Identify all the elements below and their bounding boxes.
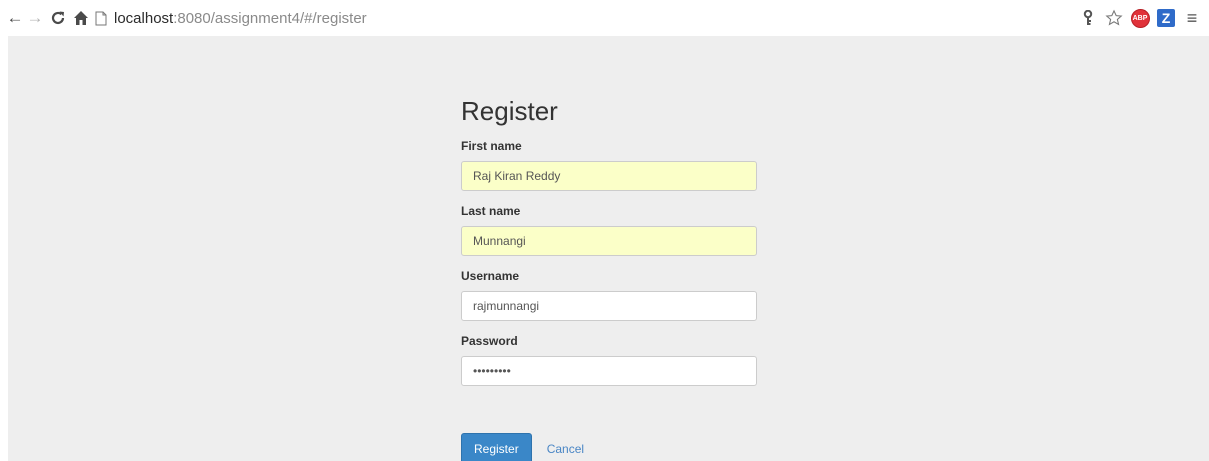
browser-toolbar: ← → localhost:8080/assignment4/#/registe… <box>0 0 1209 36</box>
username-input[interactable]: rajmunnangi <box>461 291 757 321</box>
first-name-label: First name <box>461 139 522 153</box>
register-form: Register First name Raj Kiran Reddy Last… <box>461 96 757 461</box>
zotero-icon[interactable]: Z <box>1155 7 1177 29</box>
forward-arrow-icon[interactable]: → <box>25 8 45 28</box>
register-button[interactable]: Register <box>461 433 532 461</box>
password-group: Password ••••••••• <box>461 334 757 386</box>
last-name-group: Last name Munnangi <box>461 204 757 256</box>
adblock-badge: ABP <box>1130 8 1150 28</box>
username-group: Username rajmunnangi <box>461 269 757 321</box>
last-name-input[interactable]: Munnangi <box>461 226 757 256</box>
home-icon-svg <box>74 11 88 25</box>
password-input[interactable]: ••••••••• <box>461 356 757 386</box>
username-label: Username <box>461 269 520 283</box>
form-actions: Register Cancel <box>461 433 584 461</box>
menu-icon[interactable]: ≡ <box>1181 7 1203 29</box>
url-host: localhost <box>114 9 174 27</box>
page-icon <box>92 9 110 27</box>
address-bar[interactable]: localhost:8080/assignment4/#/register <box>92 7 1092 29</box>
home-icon[interactable] <box>71 8 91 28</box>
password-label: Password <box>461 334 518 348</box>
reload-icon-svg <box>51 11 65 25</box>
page-title: Register <box>461 96 558 126</box>
key-icon[interactable] <box>1077 7 1099 29</box>
reload-icon[interactable] <box>48 8 68 28</box>
url-path: :8080/assignment4/#/register <box>173 9 367 27</box>
cancel-link[interactable]: Cancel <box>547 442 584 456</box>
zotero-badge: Z <box>1157 9 1175 27</box>
star-icon[interactable] <box>1103 7 1125 29</box>
adblock-icon[interactable]: ABP <box>1129 7 1151 29</box>
page-viewport: Register First name Raj Kiran Reddy Last… <box>8 36 1209 461</box>
first-name-group: First name Raj Kiran Reddy <box>461 139 757 191</box>
first-name-input[interactable]: Raj Kiran Reddy <box>461 161 757 191</box>
last-name-label: Last name <box>461 204 521 218</box>
back-arrow-icon[interactable]: ← <box>5 8 25 28</box>
extension-icons: ABP Z ≡ <box>1073 7 1203 29</box>
